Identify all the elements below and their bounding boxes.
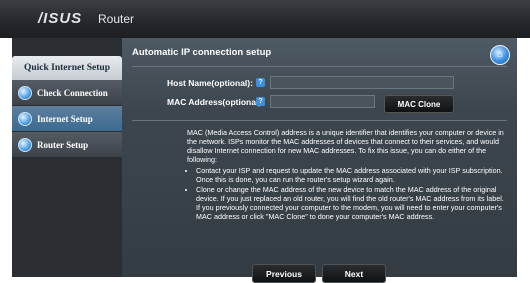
sidebar-item-internet-setup[interactable]: Internet Setup	[12, 106, 122, 132]
sidebar-item-label: Check Connection	[37, 87, 108, 98]
sidebar-item-label: Internet Setup	[37, 113, 93, 124]
host-name-label: Host Name(optional):	[167, 78, 253, 88]
mac-info-text: MAC (Media Access Control) address is a …	[187, 128, 505, 222]
globe-icon	[18, 137, 32, 152]
sidebar-item-router-setup[interactable]: Router Setup	[12, 132, 122, 158]
help-icon[interactable]: ?	[256, 78, 265, 87]
divider	[132, 66, 507, 67]
info-bullet-list: Contact your ISP and request to update t…	[187, 166, 505, 221]
help-icon[interactable]: ?	[256, 97, 265, 106]
sidebar: Quick Internet Setup Check Connection In…	[12, 48, 130, 277]
globe-icon	[18, 85, 32, 100]
previous-button[interactable]: Previous	[252, 264, 316, 283]
list-item: Contact your ISP and request to update t…	[196, 166, 505, 184]
page-title: Automatic IP connection setup	[132, 47, 272, 58]
sidebar-item-check-connection[interactable]: Check Connection	[12, 80, 122, 106]
mac-address-label: MAC Address(optional)	[167, 97, 262, 107]
globe-icon	[18, 111, 32, 126]
divider	[132, 120, 507, 121]
router-title: Router	[98, 12, 135, 26]
sidebar-item-label: Router Setup	[37, 139, 89, 150]
content-panel: Automatic IP connection setup ⌂ Host Nam…	[122, 38, 517, 283]
sidebar-header: Quick Internet Setup	[12, 56, 122, 80]
top-bar: /ISUS Router	[0, 0, 530, 38]
list-item: Clone or change the MAC address of the n…	[196, 185, 505, 221]
asus-logo: /ISUS	[38, 10, 83, 27]
home-icon: ⌂	[496, 49, 504, 60]
info-paragraph: MAC (Media Access Control) address is a …	[187, 128, 504, 164]
mac-address-input[interactable]	[270, 95, 375, 108]
home-button[interactable]: ⌂	[490, 45, 510, 65]
host-name-input[interactable]	[270, 76, 454, 89]
mac-clone-button[interactable]: MAC Clone	[384, 95, 454, 113]
next-button[interactable]: Next	[322, 264, 386, 283]
